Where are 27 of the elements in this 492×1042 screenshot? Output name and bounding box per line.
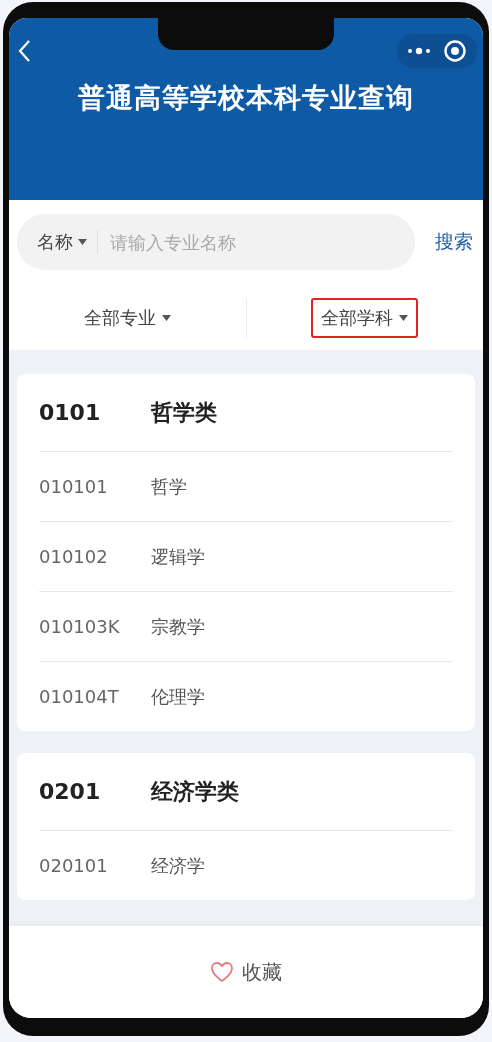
major-code: 020101 [39,855,109,876]
category-code: 0101 [39,400,102,425]
category-name: 经济学类 [151,777,239,806]
major-name[interactable]: 逻辑学 [151,544,205,569]
search-field[interactable]: 名称 请输入专业名称 [17,214,415,270]
filter-dropdown[interactable]: 全部学科 [311,298,419,338]
category-name: 哲学类 [151,398,217,427]
major-code: 010103K [39,616,121,637]
major-name[interactable]: 经济学 [151,853,205,878]
scope-dropdown[interactable]: 名称 [37,230,98,254]
major-code: 010104T [39,686,120,707]
caret-icon [78,239,87,245]
major-name[interactable]: 伦理学 [151,684,205,709]
more-icon[interactable] [407,47,431,55]
major-code: 010102 [39,546,109,567]
search-button[interactable]: 搜索 [435,229,473,255]
category-code: 0201 [39,779,102,804]
filter-dropdown[interactable]: 全部专业 [73,298,181,338]
caret-icon [161,315,171,321]
major-name[interactable]: 宗教学 [151,614,205,639]
page-title: 普通高等学校本科专业查询 [77,81,415,115]
caret-icon [399,315,409,321]
major-code: 010101 [39,476,109,497]
favorite-button[interactable]: 收藏 [204,957,288,987]
back-icon[interactable] [17,39,31,63]
major-name[interactable]: 哲学 [151,474,187,499]
heart-icon [210,961,234,983]
